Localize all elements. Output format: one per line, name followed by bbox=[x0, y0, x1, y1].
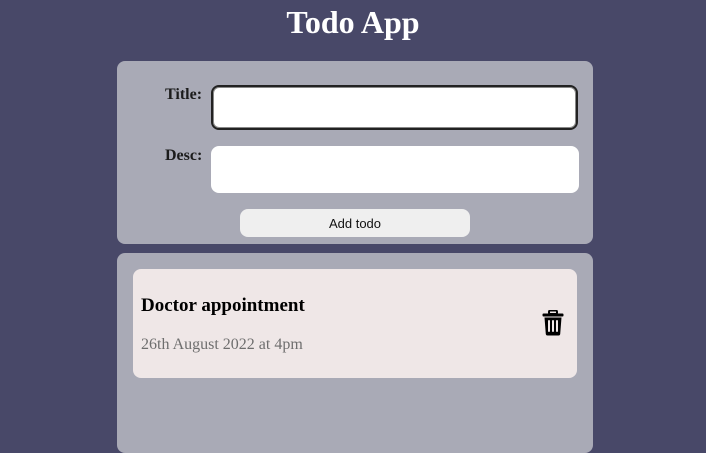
todo-list: Doctor appointment 26th August 2022 at 4… bbox=[117, 253, 593, 453]
todo-title: Doctor appointment bbox=[141, 295, 305, 316]
desc-input[interactable] bbox=[211, 146, 579, 193]
title-label: Title: bbox=[165, 86, 203, 103]
add-todo-button[interactable]: Add todo bbox=[240, 209, 470, 237]
todo-date: 26th August 2022 at 4pm bbox=[141, 336, 303, 353]
add-todo-form: Title: Desc: Add todo bbox=[117, 61, 593, 244]
desc-label: Desc: bbox=[165, 147, 203, 164]
todo-item: Doctor appointment 26th August 2022 at 4… bbox=[133, 269, 577, 378]
title-input[interactable] bbox=[211, 85, 578, 130]
app-title: Todo App bbox=[286, 4, 420, 40]
delete-todo-button[interactable] bbox=[538, 308, 568, 338]
trash-icon bbox=[542, 310, 564, 336]
